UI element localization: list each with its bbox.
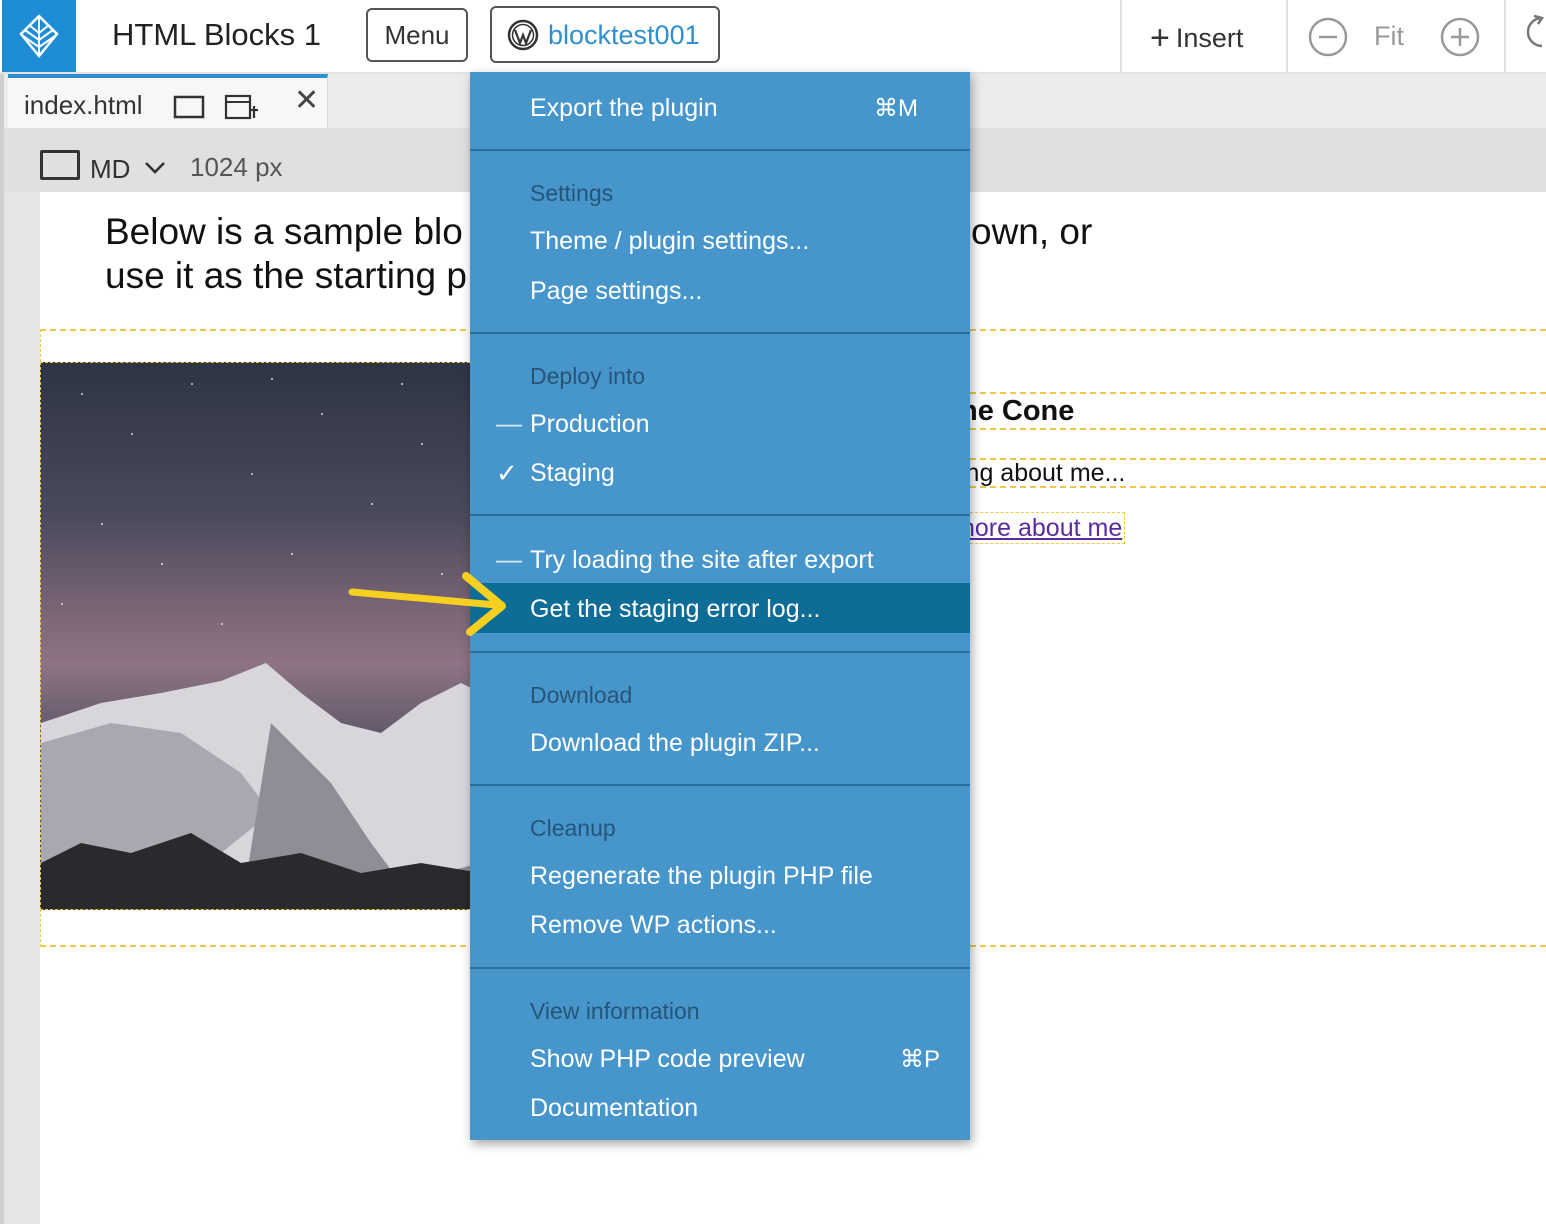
toolbar-divider [1286,0,1288,72]
menu-item-remove-wp-actions[interactable]: Remove WP actions... [530,911,777,940]
wordpress-site-button[interactable]: blocktest001 [490,6,720,63]
menu-item-documentation[interactable]: Documentation [530,1094,698,1123]
export-shortcut: ⌘M [874,95,918,122]
menu-item-download-zip[interactable]: Download the plugin ZIP... [530,729,820,758]
menu-divider [470,149,970,151]
menu-item-production[interactable]: Production [530,410,650,439]
intro-text-line1: Below is a sample blo [105,211,463,252]
chevron-down-icon[interactable] [143,160,167,176]
intro-text-line2: use it as the starting p [105,255,467,296]
card-read-more-link[interactable]: nore about me [960,512,1126,544]
menu-item-page-settings[interactable]: Page settings... [530,277,702,306]
left-panel-edge [0,74,4,1224]
device-icon[interactable] [40,150,80,180]
tab-filename: index.html [24,90,143,120]
menu-item-php-preview[interactable]: Show PHP code preview [530,1045,805,1074]
insert-label: Insert [1175,23,1244,53]
card-title[interactable]: ne Cone [960,392,1546,430]
undo-icon[interactable] [1526,12,1546,56]
card-text-content: ing about me... [960,459,1126,487]
menu-item-try-loading[interactable]: Try loading the site after export [530,546,874,575]
toolbar-divider [1504,0,1506,72]
toolbar-divider [1120,0,1122,72]
menu-item-staging[interactable]: Staging [530,459,615,488]
zoom-fit-button[interactable]: Fit [1374,21,1404,52]
menu-divider [470,784,970,786]
menu-divider [470,651,970,653]
project-title: HTML Blocks 1 [112,17,322,52]
menu-header-deploy: Deploy into [530,363,646,389]
menu-item-regenerate-php[interactable]: Regenerate the plugin PHP file [530,862,873,891]
close-tab-icon[interactable]: ✕ [294,86,319,116]
php-preview-shortcut: ⌘P [900,1046,941,1073]
zoom-out-icon[interactable] [1308,17,1348,57]
site-name: blocktest001 [548,20,700,50]
wordpress-dropdown-menu: Export the plugin ⌘M Settings Theme / pl… [470,72,970,1140]
menu-button[interactable]: Menu [366,8,468,62]
mountain-illustration [41,663,479,909]
menu-divider [470,967,970,969]
menu-item-export-plugin[interactable]: Export the plugin [530,94,718,123]
menu-item-theme-settings[interactable]: Theme / plugin settings... [530,227,809,256]
checkmark-icon: ✓ [496,458,518,488]
zoom-in-icon[interactable] [1440,17,1480,57]
menu-item-staging-error-log[interactable]: Get the staging error log... [530,595,820,624]
menu-divider [470,514,970,516]
intro-text-line1-end: own, or [971,211,1093,252]
top-toolbar: HTML Blocks 1 Menu blocktest001 + Insert … [0,0,1546,74]
insert-button[interactable]: + Insert [1150,17,1244,57]
open-in-new-window-icon[interactable] [224,88,258,122]
menu-divider [470,332,970,334]
wordpress-icon [507,19,539,51]
menu-header-download: Download [530,682,633,708]
annotation-arrow-icon [348,572,506,636]
menu-header-view-information: View information [530,998,700,1024]
device-width-readout: 1024 px [190,152,283,182]
app-logo[interactable] [2,0,76,72]
plus-icon: + [1150,19,1170,57]
pinegrow-logo-icon [19,14,59,58]
tab-index-html[interactable]: index.html ✕ [8,74,328,128]
menu-header-cleanup: Cleanup [530,815,616,841]
menu-header-settings: Settings [530,180,614,206]
device-size-label[interactable]: MD [90,154,130,185]
card-title-text: ne Cone [960,395,1075,427]
unchecked-dash-icon: — [496,408,522,438]
card-text[interactable]: ing about me... [960,458,1546,488]
page-view-icon[interactable] [173,94,205,120]
